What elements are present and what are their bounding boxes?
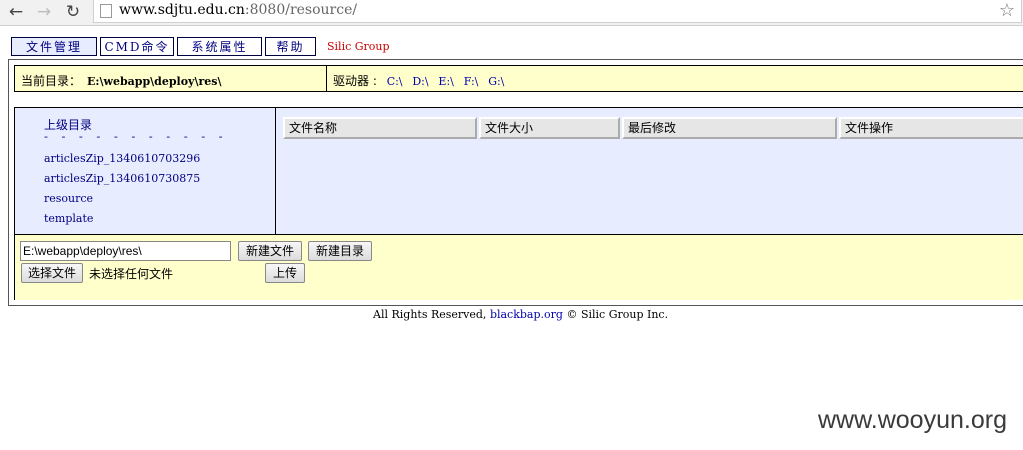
reload-icon[interactable]: ↻ — [63, 2, 83, 22]
current-directory: 当前目录： E:\webapp\deploy\res\ — [21, 72, 221, 89]
column-header-modified: 最后修改 — [622, 117, 837, 139]
tree-divider: - - - - - - - - - - - — [44, 130, 228, 143]
column-header-size: 文件大小 — [479, 117, 620, 139]
current-directory-label: 当前目录： — [21, 74, 82, 88]
menu-file-manager[interactable]: 文件管理 — [11, 37, 97, 56]
footer-suffix: © Silic Group Inc. — [566, 308, 669, 321]
url-path: :8080/resource/ — [244, 2, 358, 18]
upload-button[interactable]: 上传 — [265, 263, 305, 283]
no-file-chosen-text: 未选择任何文件 — [89, 267, 174, 281]
footer-prefix: All Rights Reserved, — [373, 308, 487, 321]
menu-cmd[interactable]: CMD命令 — [100, 37, 174, 56]
new-file-button[interactable]: 新建文件 — [238, 241, 302, 261]
drive-link-d[interactable]: D:\ — [412, 75, 428, 88]
drives-label: 驱动器 : — [333, 74, 377, 88]
bookmark-star-icon[interactable]: ☆ — [999, 0, 1015, 21]
directory-tree: 上级目录 - - - - - - - - - - - articlesZip_1… — [15, 108, 276, 234]
file-actions-bar: 新建文件 新建目录 选择文件 未选择任何文件 上传 — [15, 234, 1023, 300]
menu-system-properties[interactable]: 系统属性 — [177, 37, 262, 56]
url-text: www.sdjtu.edu.cn:8080/resource/ — [119, 2, 357, 18]
drive-link-f[interactable]: F:\ — [464, 75, 479, 88]
browser-toolbar: ← → ↻ www.sdjtu.edu.cn:8080/resource/ ☆ — [0, 0, 1023, 26]
drive-list: 驱动器 : C:\ D:\ E:\ F:\ G:\ — [333, 72, 504, 89]
path-input[interactable] — [20, 241, 231, 261]
drive-link-c[interactable]: C:\ — [387, 75, 403, 88]
new-directory-button[interactable]: 新建目录 — [308, 241, 372, 261]
forward-arrow-icon[interactable]: → — [34, 2, 54, 22]
column-header-actions: 文件操作 — [839, 117, 1023, 139]
page-icon — [100, 4, 112, 18]
directory-item[interactable]: articlesZip_1340610730875 — [44, 172, 200, 185]
watermark: www.wooyun.org — [818, 406, 1007, 434]
divider — [326, 66, 327, 91]
url-host: www.sdjtu.edu.cn — [119, 2, 245, 18]
menu-help[interactable]: 帮助 — [265, 37, 316, 56]
url-redaction — [364, 0, 964, 22]
drive-link-g[interactable]: G:\ — [488, 75, 504, 88]
directory-bar: 当前目录： E:\webapp\deploy\res\ 驱动器 : C:\ D:\… — [14, 65, 1023, 92]
footer: All Rights Reserved, blackbap.org © Sili… — [373, 308, 668, 321]
directory-item[interactable]: articlesZip_1340610703296 — [44, 152, 200, 165]
drive-link-e[interactable]: E:\ — [438, 75, 453, 88]
address-bar[interactable]: www.sdjtu.edu.cn:8080/resource/ ☆ — [93, 0, 1022, 23]
brand-link[interactable]: Silic Group — [327, 40, 390, 53]
column-header-name: 文件名称 — [283, 117, 477, 139]
footer-link[interactable]: blackbap.org — [490, 308, 563, 321]
file-browser-panel: 上级目录 - - - - - - - - - - - articlesZip_1… — [14, 107, 1023, 300]
directory-item[interactable]: template — [44, 212, 93, 225]
current-directory-path: E:\webapp\deploy\res\ — [87, 75, 222, 88]
choose-file-button[interactable]: 选择文件 — [21, 263, 83, 283]
back-arrow-icon[interactable]: ← — [6, 2, 26, 22]
directory-item[interactable]: resource — [44, 192, 93, 205]
